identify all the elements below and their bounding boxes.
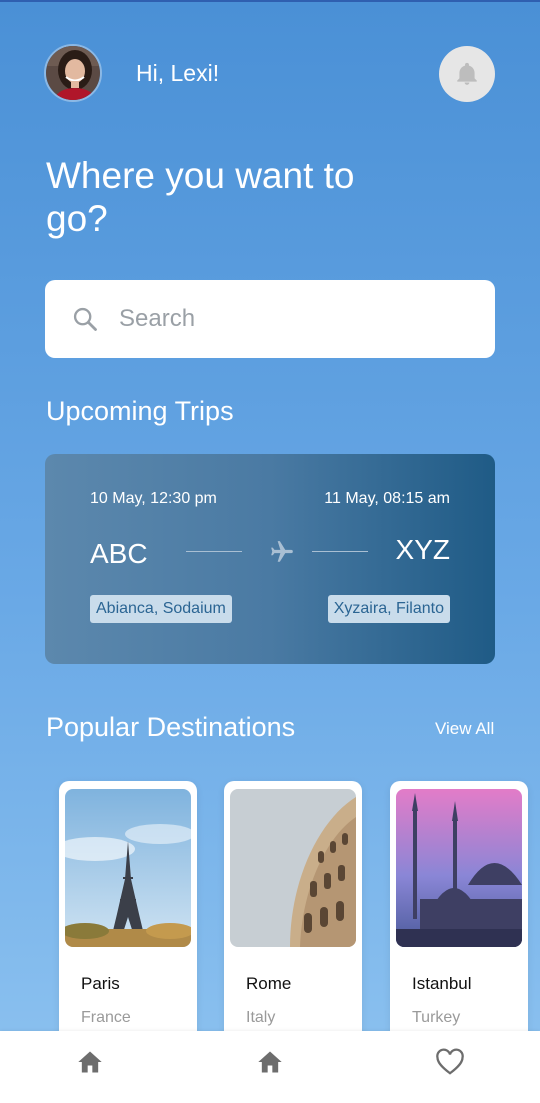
- destination-city: Rome: [246, 974, 292, 993]
- page-headline: Where you want to go?: [46, 155, 355, 239]
- search-input[interactable]: [119, 305, 439, 333]
- popular-destinations-title: Popular Destinations: [46, 712, 296, 742]
- route-line-left: [186, 551, 242, 552]
- top-accent-line: [0, 0, 540, 2]
- search-icon: [73, 307, 97, 331]
- home-icon: [78, 1051, 102, 1073]
- destination-country: Italy: [246, 1009, 276, 1026]
- upcoming-trip-card[interactable]: 10 May, 12:30 pm 11 May, 08:15 am ABC XY…: [45, 454, 495, 664]
- search-bar[interactable]: [45, 280, 495, 358]
- arrival-place-badge: Xyzaira, Filanto: [327, 595, 450, 623]
- nav-favorites-button[interactable]: [435, 1047, 465, 1077]
- nav-home-button-2[interactable]: [255, 1047, 285, 1077]
- destination-image: [396, 789, 522, 947]
- heart-icon: [436, 1048, 464, 1075]
- departure-place-badge: Abianca, Sodaium: [90, 595, 232, 623]
- avatar[interactable]: [44, 44, 102, 102]
- destination-country: Turkey: [412, 1009, 461, 1026]
- greeting-text: Hi, Lexi!: [136, 60, 220, 86]
- notification-button[interactable]: [439, 46, 495, 102]
- destination-country: France: [81, 1009, 131, 1026]
- destination-image: [230, 789, 356, 947]
- home-icon: [258, 1051, 282, 1073]
- bottom-navigation: [0, 1031, 540, 1103]
- airplane-icon: [269, 539, 295, 570]
- avatar-portrait: [46, 46, 100, 100]
- departure-code: ABC: [90, 538, 148, 569]
- bell-icon: [457, 62, 477, 85]
- arrival-code: XYZ: [395, 534, 450, 565]
- destination-card-rome[interactable]: Rome Italy: [224, 781, 362, 1051]
- destination-city: Paris: [81, 974, 120, 993]
- view-all-link[interactable]: View All: [435, 719, 494, 739]
- destination-image: [65, 789, 191, 947]
- nav-home-button[interactable]: [75, 1047, 105, 1077]
- upcoming-trips-title: Upcoming Trips: [46, 396, 234, 426]
- arrival-time: 11 May, 08:15 am: [324, 490, 450, 507]
- destination-card-istanbul[interactable]: Istanbul Turkey: [390, 781, 528, 1051]
- destination-card-paris[interactable]: Paris France: [59, 781, 197, 1051]
- destination-city: Istanbul: [412, 974, 472, 993]
- route-line-right: [312, 551, 368, 552]
- departure-time: 10 May, 12:30 pm: [90, 490, 217, 507]
